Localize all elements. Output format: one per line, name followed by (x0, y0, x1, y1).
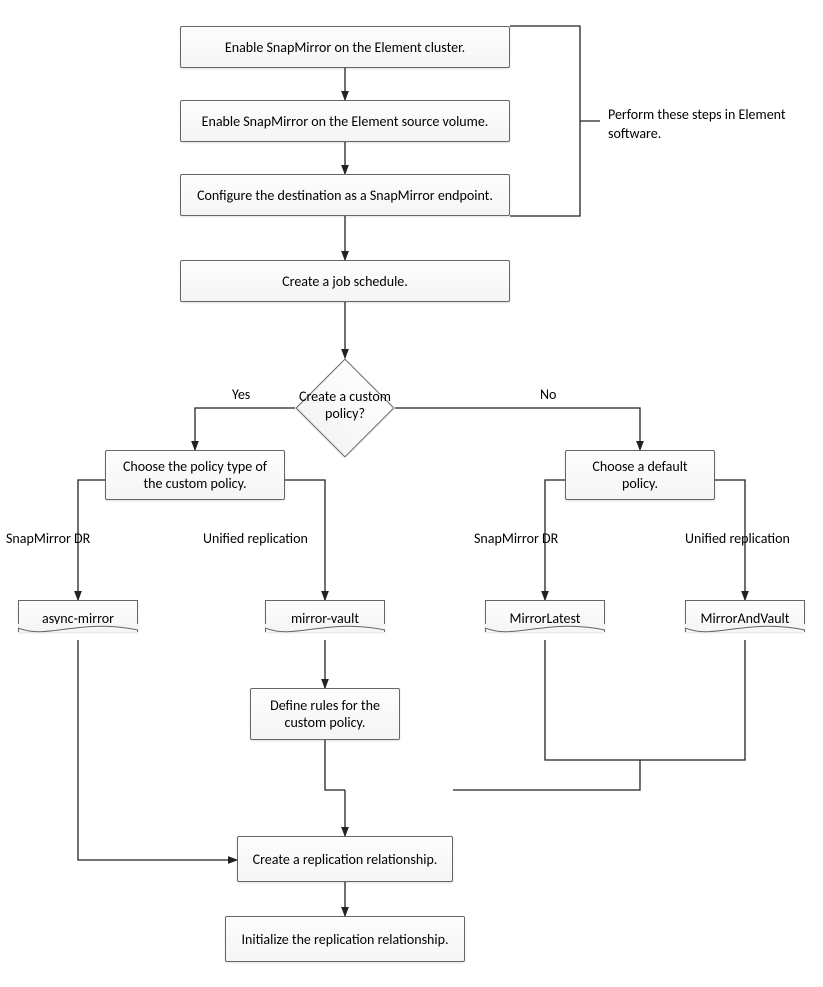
step-text: Choose a default policy. (576, 458, 704, 492)
step-job-schedule: Create a job schedule. (180, 260, 510, 302)
label-yes: Yes (232, 386, 250, 403)
doc-mirror-vault: mirror-vault (265, 600, 385, 632)
doc-async-mirror: async-mirror (18, 600, 138, 632)
doc-mirror-and-vault: MirrorAndVault (685, 600, 805, 632)
step-text: Enable SnapMirror on the Element source … (202, 113, 489, 130)
bracket-annotation: Perform these steps in Element software. (608, 106, 808, 144)
step-configure-endpoint: Configure the destination as a SnapMirro… (180, 174, 510, 216)
step-text: Define rules for the custom policy. (261, 697, 389, 731)
step-text: Choose the policy type of the custom pol… (116, 458, 274, 492)
step-choose-default: Choose a default policy. (565, 450, 715, 500)
step-text: Initialize the replication relationship. (242, 931, 449, 948)
step-define-rules: Define rules for the custom policy. (250, 688, 400, 740)
step-choose-custom-type: Choose the policy type of the custom pol… (105, 450, 285, 500)
step-enable-volume: Enable SnapMirror on the Element source … (180, 100, 510, 142)
label-snapmirror-dr-left: SnapMirror DR (6, 530, 90, 547)
step-text: Create a job schedule. (282, 273, 408, 290)
step-initialize-relationship: Initialize the replication relationship. (225, 916, 465, 962)
step-create-relationship: Create a replication relationship. (237, 836, 453, 882)
step-text: Create a replication relationship. (253, 851, 438, 868)
label-unified-right: Unified replication (685, 530, 790, 547)
step-text: Configure the destination as a SnapMirro… (197, 187, 493, 204)
decision-custom-policy (296, 359, 395, 458)
label-no: No (540, 386, 556, 403)
step-enable-cluster: Enable SnapMirror on the Element cluster… (180, 26, 510, 68)
label-unified-left: Unified replication (203, 530, 308, 547)
label-snapmirror-dr-right: SnapMirror DR (474, 530, 558, 547)
step-text: Enable SnapMirror on the Element cluster… (225, 39, 465, 56)
doc-mirror-latest: MirrorLatest (485, 600, 605, 632)
